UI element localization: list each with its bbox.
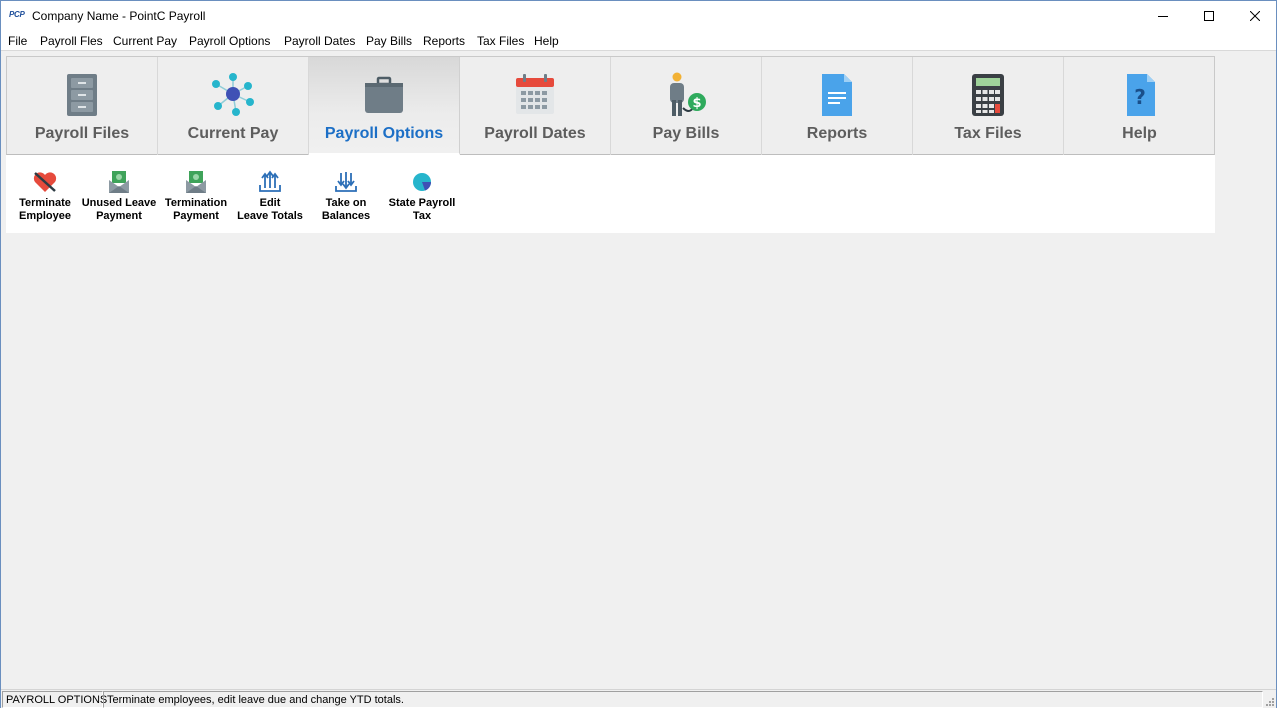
status-message: Terminate employees, edit leave due and … (103, 691, 1263, 708)
sub-toolbar: Terminate Employee Unused Leave Payment (6, 155, 1215, 233)
filing-cabinet-icon (67, 74, 97, 116)
menu-current-pay[interactable]: Current Pay (113, 34, 177, 48)
menu-tax-files[interactable]: Tax Files (477, 34, 524, 48)
tab-help[interactable]: ? Help (1064, 57, 1215, 155)
arrows-up-tray-icon (259, 170, 281, 192)
take-on-balances-button[interactable]: Take on Balances (308, 163, 384, 227)
tool-label-line1: Termination (164, 197, 228, 209)
tab-label: Payroll Dates (484, 125, 586, 142)
menu-pay-bills[interactable]: Pay Bills (366, 34, 412, 48)
calculator-icon (972, 74, 1004, 116)
tab-tax-files[interactable]: Tax Files (913, 57, 1064, 155)
pie-chart-icon (413, 173, 431, 191)
tab-label: Reports (806, 125, 868, 142)
tool-label-line1: Terminate (19, 197, 71, 209)
close-icon (1250, 11, 1260, 21)
arrows-down-tray-icon (335, 172, 357, 192)
tool-label-line2: Employee (19, 210, 71, 222)
money-envelope-icon (186, 171, 206, 193)
tab-label: Pay Bills (652, 125, 720, 142)
tab-pay-bills[interactable]: $ Pay Bills (611, 57, 762, 155)
person-dollar-icon: $ (670, 72, 706, 116)
calendar-icon (516, 74, 554, 114)
tab-label: Payroll Options (324, 125, 444, 142)
status-section: PAYROLL OPTIONS (2, 691, 107, 708)
terminate-employee-button[interactable]: Terminate Employee (7, 163, 83, 227)
edit-leave-totals-button[interactable]: Edit Leave Totals (232, 163, 308, 227)
title-bar[interactable]: PCP Company Name - PointC Payroll (1, 1, 1276, 31)
maximize-button[interactable] (1186, 1, 1232, 31)
money-envelope-icon (109, 171, 129, 193)
svg-text:?: ? (1134, 85, 1146, 109)
tab-payroll-options[interactable]: Payroll Options (309, 57, 460, 155)
tab-label: Help (1122, 125, 1157, 142)
tool-label-line2: Tax (412, 210, 432, 222)
menu-payroll-files[interactable]: Payroll Fles (40, 34, 103, 48)
status-bar: PAYROLL OPTIONS Terminate employees, edi… (1, 689, 1276, 708)
maximize-icon (1204, 11, 1214, 21)
tab-label: Tax Files (954, 125, 1022, 142)
tool-label-line1: State Payroll (388, 197, 456, 209)
tool-label-line2: Payment (96, 210, 142, 222)
menu-bar: File Payroll Fles Current Pay Payroll Op… (1, 31, 1276, 51)
tab-current-pay[interactable]: Current Pay (158, 57, 309, 155)
tool-label-line1: Edit (259, 197, 281, 209)
minimize-icon (1158, 16, 1168, 17)
tab-payroll-files[interactable]: Payroll Files (7, 57, 158, 155)
menu-payroll-options[interactable]: Payroll Options (189, 34, 270, 48)
svg-text:$: $ (692, 96, 701, 111)
network-icon (212, 73, 254, 116)
tool-label-line1: Take on (325, 197, 367, 209)
resize-grip-icon[interactable] (1264, 696, 1274, 706)
document-icon (822, 74, 852, 116)
tool-label-line2: Leave Totals (237, 210, 303, 222)
tab-payroll-dates[interactable]: Payroll Dates (460, 57, 611, 155)
menu-file[interactable]: File (8, 34, 27, 48)
briefcase-icon (365, 76, 403, 113)
close-button[interactable] (1232, 1, 1277, 31)
app-logo: PCP (9, 10, 25, 19)
menu-help[interactable]: Help (534, 34, 559, 48)
termination-payment-button[interactable]: Termination Payment (158, 163, 234, 227)
unused-leave-payment-button[interactable]: Unused Leave Payment (81, 163, 157, 227)
tool-label-line2: Payment (173, 210, 219, 222)
tab-reports[interactable]: Reports (762, 57, 913, 155)
menu-reports[interactable]: Reports (423, 34, 465, 48)
broken-heart-icon (33, 172, 57, 192)
menu-payroll-dates[interactable]: Payroll Dates (284, 34, 355, 48)
main-tab-ribbon: Payroll Files Current Pay Payroll Option… (6, 56, 1215, 155)
app-window: PCP Company Name - PointC Payroll File P… (0, 0, 1277, 708)
window-title: Company Name - PointC Payroll (32, 9, 206, 23)
minimize-button[interactable] (1140, 1, 1186, 31)
tool-label-line2: Balances (321, 210, 371, 222)
tab-label: Payroll Files (34, 125, 130, 142)
help-document-icon: ? (1126, 74, 1155, 116)
state-payroll-tax-button[interactable]: State Payroll Tax (384, 163, 460, 227)
tool-label-line1: Unused Leave (81, 197, 157, 209)
tab-label: Current Pay (187, 125, 279, 142)
